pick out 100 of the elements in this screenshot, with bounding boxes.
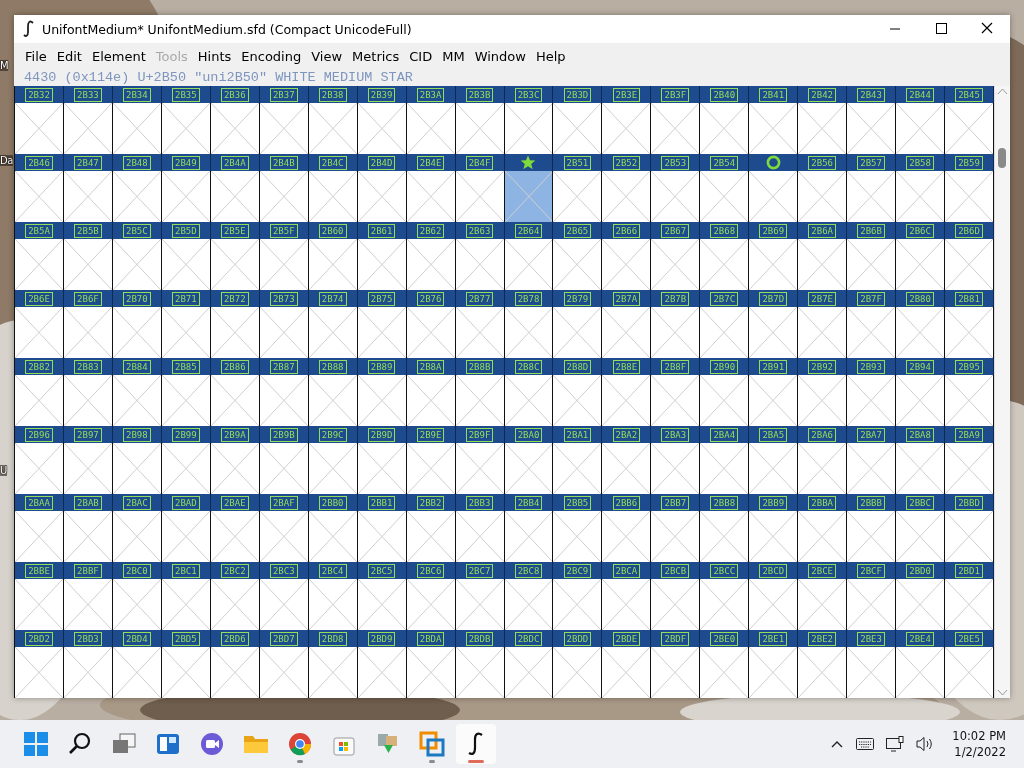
empty-glyph-cell[interactable] [504,375,554,426]
empty-glyph-cell[interactable] [798,103,848,154]
empty-glyph-cell[interactable] [847,511,897,562]
empty-glyph-cell[interactable] [749,307,799,358]
empty-glyph-cell[interactable] [553,443,603,494]
video-chat-icon[interactable] [199,731,225,757]
empty-glyph-cell[interactable] [602,103,652,154]
empty-glyph-cell[interactable] [308,103,358,154]
empty-glyph-cell[interactable] [161,375,211,426]
chevron-up-icon[interactable] [830,739,845,749]
empty-glyph-cell[interactable] [357,511,407,562]
menu-item[interactable]: MM [437,49,470,64]
empty-glyph-cell[interactable] [945,443,994,494]
empty-glyph-cell[interactable] [259,239,309,290]
empty-glyph-cell[interactable] [798,647,848,698]
empty-glyph-cell[interactable] [847,239,897,290]
empty-glyph-cell[interactable] [602,647,652,698]
empty-glyph-cell[interactable] [896,511,946,562]
empty-glyph-cell[interactable] [357,307,407,358]
empty-glyph-cell[interactable] [259,443,309,494]
empty-glyph-cell[interactable] [63,511,113,562]
empty-glyph-cell[interactable] [161,647,211,698]
empty-glyph-cell[interactable] [504,579,554,630]
empty-glyph-cell[interactable] [455,171,505,222]
empty-glyph-cell[interactable] [161,443,211,494]
empty-glyph-cell[interactable] [504,103,554,154]
empty-glyph-cell[interactable] [259,171,309,222]
scroll-thumb[interactable] [998,148,1006,168]
empty-glyph-cell[interactable] [896,103,946,154]
empty-glyph-cell[interactable] [798,443,848,494]
empty-glyph-cell[interactable] [553,579,603,630]
menu-item[interactable]: Help [530,49,571,64]
empty-glyph-cell[interactable] [749,103,799,154]
empty-glyph-cell[interactable] [504,511,554,562]
empty-glyph-cell[interactable] [406,375,456,426]
empty-glyph-cell[interactable] [455,579,505,630]
empty-glyph-cell[interactable] [945,239,994,290]
empty-glyph-cell[interactable] [749,375,799,426]
empty-glyph-cell[interactable] [798,171,848,222]
empty-glyph-cell[interactable] [504,307,554,358]
empty-glyph-cell[interactable] [749,171,799,222]
empty-glyph-cell[interactable] [749,579,799,630]
empty-glyph-cell[interactable] [945,375,994,426]
empty-glyph-cell[interactable] [259,511,309,562]
empty-glyph-cell[interactable] [945,307,994,358]
empty-glyph-cell[interactable] [210,239,260,290]
empty-glyph-cell[interactable] [602,307,652,358]
empty-glyph-cell[interactable] [455,443,505,494]
empty-glyph-cell[interactable] [896,647,946,698]
empty-glyph-cell[interactable] [700,375,750,426]
empty-glyph-cell[interactable] [210,307,260,358]
empty-glyph-cell[interactable] [308,579,358,630]
menu-item[interactable]: Edit [51,49,87,64]
empty-glyph-cell[interactable] [112,103,162,154]
empty-glyph-cell[interactable] [847,579,897,630]
empty-glyph-cell[interactable] [357,239,407,290]
empty-glyph-cell[interactable] [700,103,750,154]
speaker-icon[interactable] [916,736,935,752]
empty-glyph-cell[interactable] [455,239,505,290]
empty-glyph-cell[interactable] [553,103,603,154]
empty-glyph-cell[interactable] [602,443,652,494]
empty-glyph-cell[interactable] [455,647,505,698]
keyboard-icon[interactable] [856,738,875,750]
empty-glyph-cell[interactable] [651,647,701,698]
empty-glyph-cell[interactable] [210,647,260,698]
empty-glyph-cell[interactable] [651,239,701,290]
empty-glyph-cell[interactable] [945,647,994,698]
empty-glyph-cell[interactable] [700,443,750,494]
empty-glyph-cell[interactable] [749,511,799,562]
menu-item[interactable]: CID [404,49,438,64]
empty-glyph-cell[interactable] [308,375,358,426]
empty-glyph-cell[interactable] [210,103,260,154]
empty-glyph-cell[interactable] [945,579,994,630]
empty-glyph-cell[interactable] [63,375,113,426]
empty-glyph-cell[interactable] [63,579,113,630]
empty-glyph-cell[interactable] [63,443,113,494]
empty-glyph-cell[interactable] [15,511,64,562]
empty-glyph-cell[interactable] [896,239,946,290]
empty-glyph-cell[interactable] [112,579,162,630]
taskbar-app[interactable] [456,724,496,764]
empty-glyph-cell[interactable] [602,579,652,630]
empty-glyph-cell[interactable] [112,307,162,358]
menu-item[interactable]: Encoding [236,49,307,64]
empty-glyph-cell[interactable] [357,375,407,426]
empty-glyph-cell[interactable] [700,307,750,358]
empty-glyph-cell[interactable] [455,375,505,426]
overlapping-squares-icon[interactable] [419,731,445,757]
empty-glyph-cell[interactable] [798,375,848,426]
empty-glyph-cell[interactable] [357,647,407,698]
empty-glyph-cell[interactable] [700,171,750,222]
empty-glyph-cell[interactable] [210,171,260,222]
empty-glyph-cell[interactable] [896,171,946,222]
empty-glyph-cell[interactable] [896,375,946,426]
empty-glyph-cell[interactable] [15,307,64,358]
empty-glyph-cell[interactable] [847,307,897,358]
empty-glyph-cell[interactable] [161,511,211,562]
empty-glyph-cell[interactable] [112,171,162,222]
empty-glyph-cell[interactable] [504,647,554,698]
empty-glyph-cell[interactable] [15,443,64,494]
empty-glyph-cell[interactable] [112,239,162,290]
